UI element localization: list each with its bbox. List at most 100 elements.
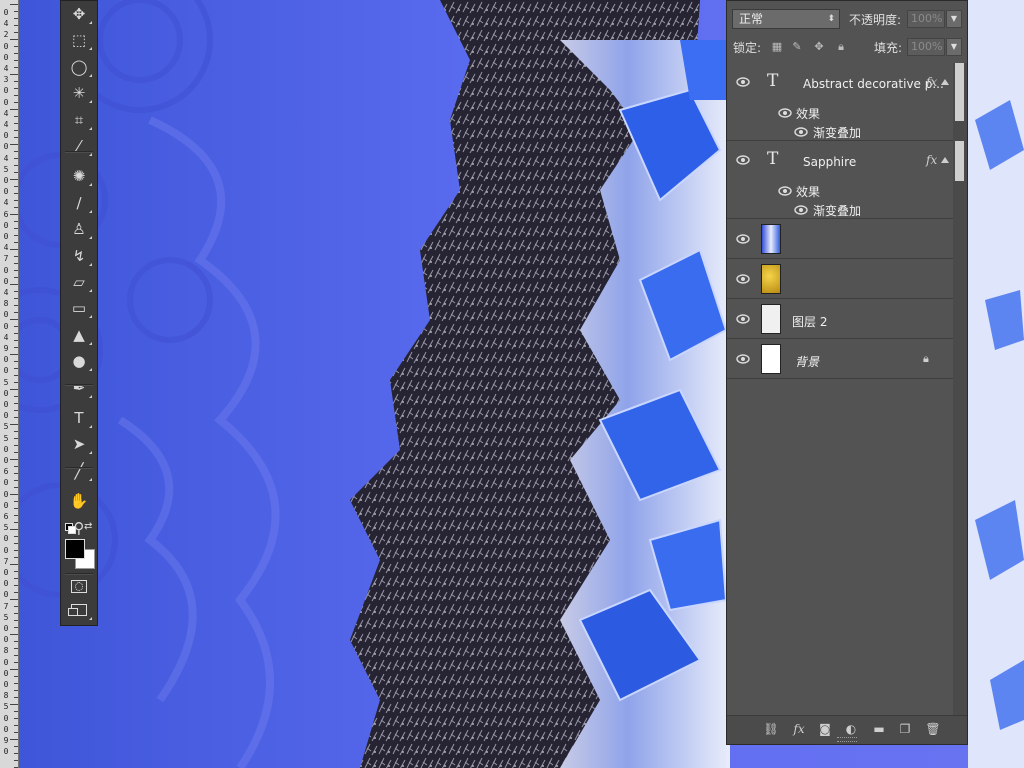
layer-row[interactable] [727,259,953,299]
ruler-tick [10,529,18,530]
blur-tool[interactable]: ▲ [66,324,92,346]
ruler-tick [14,11,18,12]
lock-all-icon[interactable]: 🔒︎ [835,41,847,53]
visibility-eye-icon[interactable] [736,354,750,364]
lock-transparency-icon[interactable]: ▦ [771,41,783,53]
adjustment-layer-icon[interactable]: ◐ [843,722,859,736]
crop-tool[interactable]: ⌗ [66,109,92,131]
panel-resize-grip[interactable] [837,737,857,742]
scrollbar-thumb[interactable] [955,141,964,181]
add-layer-style-icon[interactable]: fx [791,722,807,736]
move-tool[interactable]: ✥ [66,3,92,25]
ruler-label: 0 [3,276,9,286]
ruler-tick [14,221,18,222]
add-mask-icon[interactable]: ◙ [817,722,833,736]
healing-brush-tool[interactable]: ✺ [66,165,92,187]
opacity-field[interactable]: 100% [907,10,945,28]
quick-mask-icon[interactable] [66,575,92,597]
ruler-label: 5 [3,422,9,432]
visibility-eye-icon[interactable] [736,314,750,324]
ruler-tick [10,249,18,250]
line-tool[interactable]: ╱ [66,460,92,482]
layers-scrollbar[interactable] [953,63,967,715]
eraser-tool[interactable]: ▱ [66,271,92,293]
fill-dropdown-button[interactable]: ▼ [946,38,962,56]
visibility-eye-icon[interactable] [736,274,750,284]
layer-name[interactable]: Abstract decorative p... [803,77,944,91]
effect-gradient-overlay[interactable]: 渐变叠加 [813,202,861,219]
layer-name[interactable]: Sapphire [803,155,856,169]
ruler-label: 7 [3,601,9,611]
ruler-label: 0 [3,478,9,488]
effect-visibility-eye-icon[interactable] [794,127,808,137]
path-selection-icon: ➤ [72,435,86,454]
layer-row[interactable]: 图层 2 [727,299,953,339]
layer-row[interactable] [727,219,953,259]
gradient-tool[interactable]: ▭ [66,297,92,319]
history-brush-tool[interactable]: ↯ [66,245,92,267]
lasso-tool[interactable]: ◯ [66,56,92,78]
ruler-label: 9 [3,344,9,353]
layers-footer: ⛓ fx ◙ ◐ ▬ ❐ 🗑︎ [727,715,967,744]
visibility-eye-icon[interactable] [736,77,750,87]
effect-gradient-overlay[interactable]: 渐变叠加 [813,124,861,141]
layer-thumbnail[interactable] [761,224,781,254]
collapse-effects-icon[interactable] [941,157,949,163]
lock-position-icon[interactable]: ✥ [813,41,825,53]
delete-layer-icon[interactable]: 🗑︎ [925,722,941,736]
lock-label: 锁定: [733,41,762,55]
ruler-tick [10,669,18,670]
link-layers-icon[interactable]: ⛓ [763,722,779,736]
magic-wand-tool[interactable]: ✳ [66,82,92,104]
tool-group-indicator [89,394,92,398]
ruler-tick [14,242,18,243]
layer-name[interactable]: 背景 [795,353,819,370]
ruler-tick [14,683,18,684]
layer-row[interactable]: T Abstract decorative p... fx 效果 渐变叠加 [727,63,953,141]
layer-thumbnail[interactable] [761,344,781,374]
collapse-effects-icon[interactable] [941,79,949,85]
layer-row[interactable]: 背景 🔒︎ [727,339,953,379]
effects-label: 效果 [796,185,821,199]
clone-stamp-tool[interactable]: ♙ [66,218,92,240]
effects-visibility-eye-icon[interactable] [778,108,792,118]
layer-row[interactable]: T Sapphire fx 效果 渐变叠加 [727,141,953,219]
marquee-tool[interactable]: ⬚ [66,29,92,51]
brush-tool[interactable]: ∕ [66,192,92,214]
vertical-ruler[interactable]: 0420043004400450046004700480049005000550… [0,0,19,768]
visibility-eye-icon[interactable] [736,155,750,165]
ruler-tick [14,67,18,68]
visibility-eye-icon[interactable] [736,234,750,244]
ruler-label: 0 [3,97,9,107]
new-layer-icon[interactable]: ❐ [897,722,913,736]
fill-field[interactable]: 100% [907,38,945,56]
hand-tool[interactable]: ✋ [66,490,92,512]
default-colors-icon[interactable] [65,523,76,534]
layer-name[interactable]: 图层 2 [792,313,827,330]
new-group-icon[interactable]: ▬ [871,722,887,736]
pen-tool[interactable]: ✒ [66,377,92,399]
scrollbar-thumb[interactable] [955,63,964,121]
ruler-tick [14,410,18,411]
type-tool[interactable]: T [66,407,92,429]
layer-thumbnail[interactable] [761,264,781,294]
tool-group-indicator [89,262,92,266]
fx-icon[interactable]: fx [926,153,937,167]
line-icon: ╱ [74,461,84,480]
ruler-tick [14,298,18,299]
tool-separator [65,384,93,386]
eraser-icon: ▱ [73,273,85,291]
path-selection-tool[interactable]: ➤ [66,433,92,455]
fx-icon[interactable]: fx [926,75,937,89]
effect-visibility-eye-icon[interactable] [794,205,808,215]
swap-colors-icon[interactable]: ⇄ [84,521,92,532]
layer-thumbnail[interactable] [761,304,781,334]
lock-image-icon[interactable]: ✎ [791,41,803,53]
foreground-color-swatch[interactable] [65,539,85,559]
blend-mode-select[interactable]: 正常 ⬍ [732,9,840,29]
screen-mode-icon[interactable] [66,599,92,621]
eyedropper-tool[interactable]: ⁄ [66,135,92,157]
dodge-tool[interactable]: ● [66,350,92,372]
opacity-dropdown-button[interactable]: ▼ [946,10,962,28]
effects-visibility-eye-icon[interactable] [778,186,792,196]
